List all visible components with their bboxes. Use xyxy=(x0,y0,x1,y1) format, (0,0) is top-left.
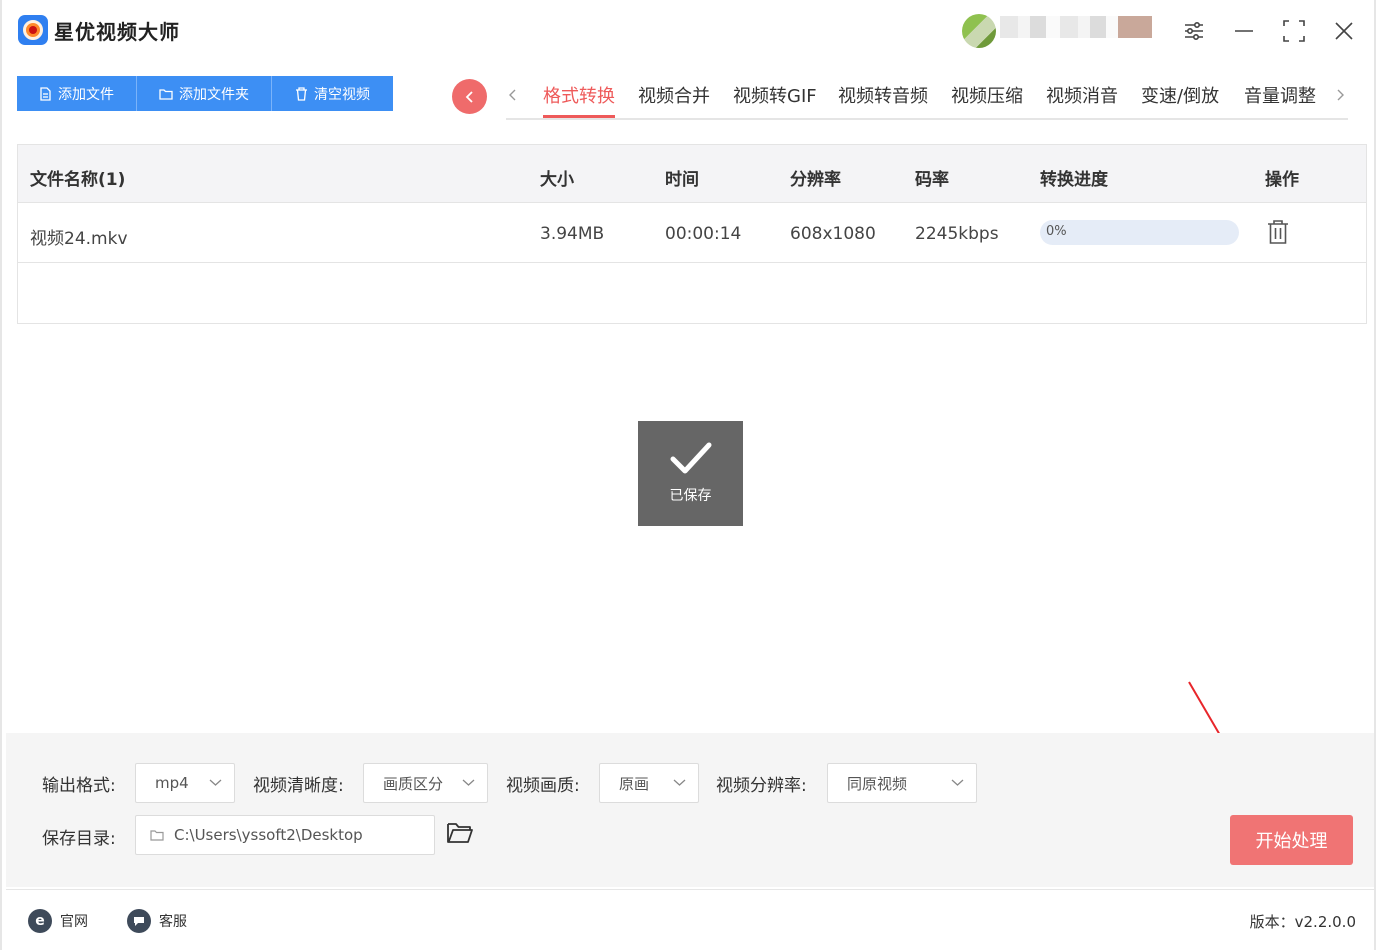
delete-row-icon[interactable] xyxy=(1267,219,1289,245)
customer-service-label: 客服 xyxy=(159,914,187,930)
back-button[interactable] xyxy=(452,79,487,114)
cell-resolution: 608x1080 xyxy=(790,224,876,244)
version-text: 版本：v2.2.0.0 xyxy=(1249,913,1356,931)
tab-video-to-gif[interactable]: 视频转GIF xyxy=(733,82,817,118)
clarity-value: 画质区分 xyxy=(383,774,444,793)
tab-video-to-audio[interactable]: 视频转音频 xyxy=(838,82,928,118)
user-avatar[interactable] xyxy=(962,14,996,48)
col-header-time: 时间 xyxy=(665,170,699,190)
quality-select[interactable]: 原画 xyxy=(599,763,699,803)
file-toolbar: 添加文件 添加文件夹 清空视频 xyxy=(17,76,393,111)
app-window: 星优视频大师 添加文件 添加文件夹 清空视频 格式转换 视频合并 视频转GIF … xyxy=(0,0,1376,950)
footer-bar: e 官网 客服 版本：v2.2.0.0 xyxy=(6,889,1374,949)
settings-sliders-icon[interactable] xyxy=(1179,16,1209,46)
add-folder-label: 添加文件夹 xyxy=(179,86,249,103)
tabs-scroll-right-icon[interactable] xyxy=(1333,84,1347,106)
progress-text: 0% xyxy=(1046,224,1067,239)
title-bar: 星优视频大师 xyxy=(2,0,1374,62)
close-icon[interactable] xyxy=(1329,16,1359,46)
customer-service-link[interactable]: 客服 xyxy=(127,909,187,933)
col-header-bitrate: 码率 xyxy=(915,170,949,190)
output-format-label: 输出格式: xyxy=(42,776,116,796)
output-format-value: mp4 xyxy=(155,774,189,792)
maximize-icon[interactable] xyxy=(1279,16,1309,46)
add-file-button[interactable]: 添加文件 xyxy=(17,76,137,111)
tab-video-compress[interactable]: 视频压缩 xyxy=(951,82,1023,118)
conversion-progress-bar: 0% xyxy=(1040,220,1239,245)
col-header-name: 文件名称(1) xyxy=(30,170,126,190)
col-header-action: 操作 xyxy=(1265,170,1299,190)
cell-bitrate: 2245kbps xyxy=(915,224,999,244)
browse-folder-icon[interactable] xyxy=(446,821,476,851)
chevron-left-icon xyxy=(465,90,473,103)
resolution-value: 同原视频 xyxy=(847,774,908,793)
clarity-label: 视频清晰度: xyxy=(253,776,344,796)
cell-size: 3.94MB xyxy=(540,224,605,244)
tab-video-merge[interactable]: 视频合并 xyxy=(638,82,710,118)
official-site-link[interactable]: e 官网 xyxy=(28,909,88,933)
add-file-label: 添加文件 xyxy=(58,86,114,103)
add-folder-button[interactable]: 添加文件夹 xyxy=(137,76,272,111)
cell-file-name: 视频24.mkv xyxy=(30,229,128,249)
table-header: 文件名称(1) 大小 时间 分辨率 码率 转换进度 操作 xyxy=(18,145,1366,203)
start-processing-button[interactable]: 开始处理 xyxy=(1230,815,1353,865)
chevron-down-icon xyxy=(209,779,222,786)
chat-bubble-icon xyxy=(127,909,151,933)
saved-toast: 已保存 xyxy=(638,421,743,526)
function-tabs: 格式转换 视频合并 视频转GIF 视频转音频 视频压缩 视频消音 变速/倒放 音… xyxy=(506,78,1348,120)
save-dir-label: 保存目录: xyxy=(42,829,116,849)
clarity-select[interactable]: 画质区分 xyxy=(363,763,488,803)
quality-value: 原画 xyxy=(619,774,650,793)
folder-icon xyxy=(150,830,164,841)
col-header-resolution: 分辨率 xyxy=(790,170,841,190)
cell-time: 00:00:14 xyxy=(665,224,742,244)
trash-icon xyxy=(296,86,307,101)
resolution-select[interactable]: 同原视频 xyxy=(827,763,977,803)
chevron-down-icon xyxy=(462,779,475,786)
save-dir-input[interactable]: C:\Users\yssoft2\Desktop xyxy=(135,815,435,855)
checkmark-icon xyxy=(670,442,711,474)
clear-videos-button[interactable]: 清空视频 xyxy=(272,76,393,111)
saved-toast-label: 已保存 xyxy=(669,488,712,504)
col-header-size: 大小 xyxy=(540,170,574,190)
quality-label: 视频画质: xyxy=(506,776,580,796)
save-dir-value: C:\Users\yssoft2\Desktop xyxy=(174,826,363,844)
file-icon xyxy=(40,86,51,101)
output-format-select[interactable]: mp4 xyxy=(135,763,235,803)
resolution-label: 视频分辨率: xyxy=(716,776,807,796)
clear-videos-label: 清空视频 xyxy=(314,86,370,103)
app-title: 星优视频大师 xyxy=(54,20,180,44)
app-logo-icon xyxy=(18,15,48,45)
tab-format-convert[interactable]: 格式转换 xyxy=(543,82,615,118)
file-table: 文件名称(1) 大小 时间 分辨率 码率 转换进度 操作 视频24.mkv 3.… xyxy=(17,144,1367,324)
chevron-down-icon xyxy=(951,779,964,786)
ie-browser-icon: e xyxy=(28,909,52,933)
minimize-icon[interactable] xyxy=(1229,16,1259,46)
table-row[interactable]: 视频24.mkv 3.94MB 00:00:14 608x1080 2245kb… xyxy=(18,203,1366,263)
folder-icon xyxy=(159,88,173,100)
tab-speed-reverse[interactable]: 变速/倒放 xyxy=(1141,82,1219,118)
chevron-down-icon xyxy=(673,779,686,786)
tab-video-mute[interactable]: 视频消音 xyxy=(1046,82,1118,118)
output-settings-panel: 输出格式: mp4 视频清晰度: 画质区分 视频画质: 原画 视频分辨率: 同原… xyxy=(6,733,1374,887)
col-header-progress: 转换进度 xyxy=(1040,170,1108,190)
official-site-label: 官网 xyxy=(60,914,88,930)
tab-volume-adjust[interactable]: 音量调整 xyxy=(1244,82,1316,118)
tabs-scroll-left-icon[interactable] xyxy=(506,84,520,106)
username-blurred[interactable] xyxy=(1000,16,1152,38)
